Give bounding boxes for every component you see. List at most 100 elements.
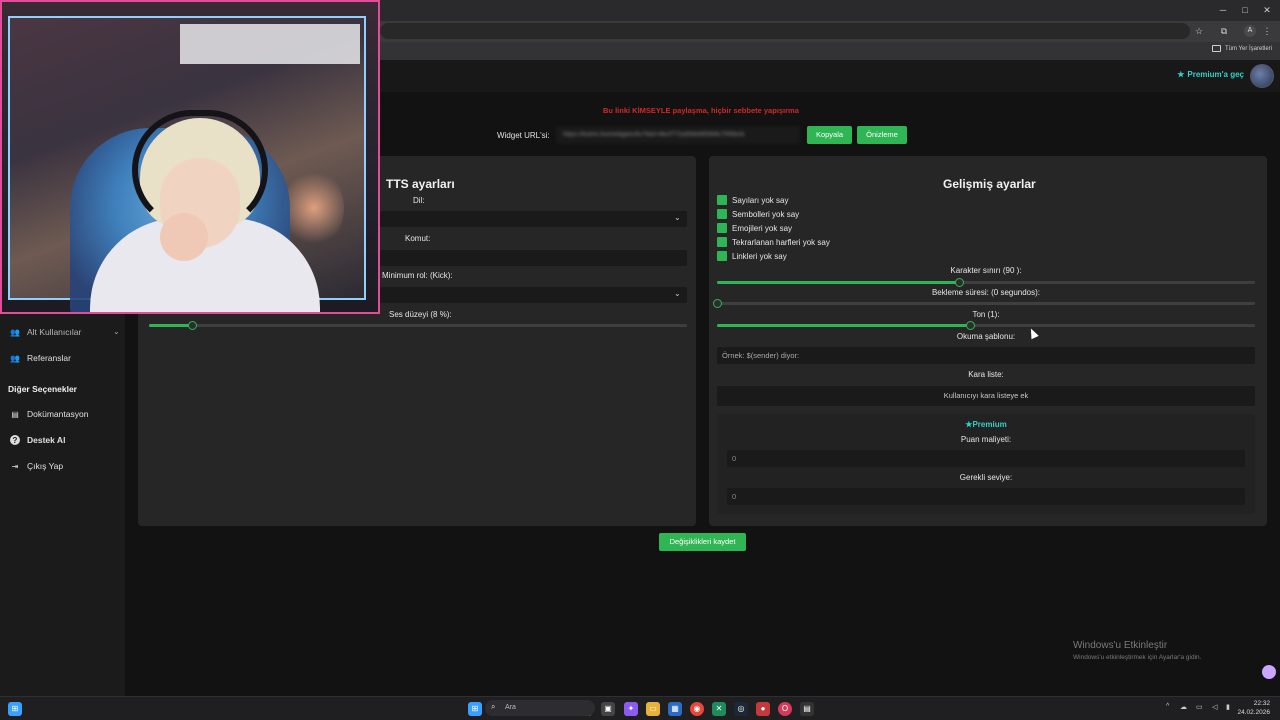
webcam-overlay [0, 0, 380, 314]
tone-slider-fill [717, 324, 970, 327]
volume-slider[interactable] [149, 321, 687, 330]
tts-panel-title: TTS ayarları [386, 177, 455, 191]
checkbox-label: Tekrarlanan harfleri yok say [732, 237, 830, 247]
all-bookmarks-link[interactable]: Tüm Yer İşaretleri [1211, 45, 1272, 52]
add-to-blacklist-button[interactable]: Kullanıcıyı kara listeye ek [717, 386, 1255, 406]
store-icon[interactable]: ▦ [668, 702, 682, 716]
address-bar[interactable] [380, 23, 1190, 39]
cooldown-slider[interactable] [713, 299, 1255, 308]
windows-activation-subtitle: Windows'u etkinleştirmek için Ayarlar'a … [1073, 654, 1202, 661]
min-role-select[interactable] [380, 287, 687, 303]
volume-icon[interactable]: ◁ [1212, 703, 1217, 711]
tone-slider[interactable] [717, 321, 1255, 330]
checkbox-label: Emojileri yok say [732, 223, 793, 233]
checkbox-ignore-links[interactable]: Linkleri yok say [717, 251, 787, 261]
tone-slider-thumb[interactable] [965, 321, 975, 330]
checkbox-checked-icon [717, 223, 727, 233]
chevron-down-icon: ⌄ [674, 289, 681, 298]
checkbox-ignore-symbols[interactable]: Sembolleri yok say [717, 209, 799, 219]
referrals-icon: 👥 [10, 353, 20, 363]
chevron-down-icon[interactable]: ⌄ [113, 327, 120, 336]
sidebar-item-label: Dokümantasyon [27, 409, 89, 419]
preview-button[interactable]: Önizleme [857, 126, 907, 144]
copilot-icon[interactable]: ✦ [624, 702, 638, 716]
sidebar-item-label: Alt Kullanıcılar [27, 327, 82, 337]
help-icon: ? [10, 435, 20, 445]
profile-avatar[interactable]: A [1244, 25, 1256, 37]
taskbar-search[interactable]: Ara [485, 700, 595, 716]
browser-menu-icon[interactable]: ⋮ [1262, 24, 1272, 38]
checkbox-checked-icon [717, 251, 727, 261]
start-icon[interactable]: ⊞ [8, 702, 22, 716]
chrome-icon[interactable]: ◉ [690, 702, 704, 716]
cooldown-slider-thumb[interactable] [713, 299, 722, 308]
checkbox-ignore-numbers[interactable]: Sayıları yok say [717, 195, 788, 205]
xbox-icon[interactable]: ✕ [712, 702, 726, 716]
user-avatar[interactable] [1250, 64, 1274, 88]
taskbar-clock[interactable]: 22:32 24.02.2026 [1237, 699, 1270, 717]
checkbox-ignore-repeated-letters[interactable]: Tekrarlanan harfleri yok say [717, 237, 830, 247]
floating-assistant-icon[interactable] [1262, 665, 1276, 679]
webcam-poster [180, 24, 360, 64]
premium-upgrade-link[interactable]: ★ Premium'a geç [1177, 70, 1244, 79]
sidebar-section-heading: Diğer Seçenekler [8, 384, 77, 394]
save-changes-button[interactable]: Değişiklikleri kaydet [659, 533, 746, 551]
webcam-light [284, 168, 344, 248]
sidebar-item-label: Çıkış Yap [27, 461, 64, 471]
app-icon[interactable]: ● [756, 702, 770, 716]
clock-time: 22:32 [1253, 700, 1270, 707]
blacklist-label: Kara liste: [968, 370, 1004, 379]
points-cost-label: Puan maliyeti: [960, 435, 1012, 444]
folder-icon [1211, 45, 1221, 52]
minimize-button[interactable]: ─ [1216, 4, 1230, 16]
premium-section-title: ★Premium [717, 420, 1255, 429]
app-window-icon[interactable]: ▤ [800, 702, 814, 716]
cooldown-label: Bekleme süresi: (0 segundos): [931, 288, 1041, 297]
char-limit-slider[interactable] [717, 278, 1255, 287]
copy-button[interactable]: Kopyala [807, 126, 852, 144]
cloud-icon[interactable]: ☁ [1180, 703, 1187, 711]
star-icon: ★ [1177, 70, 1185, 79]
maximize-button[interactable]: □ [1238, 4, 1252, 16]
advanced-panel-title: Gelişmiş ayarlar [943, 177, 1036, 191]
steam-icon[interactable]: ◎ [734, 702, 748, 716]
clock-date: 24.02.2026 [1237, 709, 1270, 716]
opera-icon[interactable]: O [778, 702, 792, 716]
command-label: Komut: [405, 234, 431, 243]
logout-icon: ⇥ [11, 461, 19, 471]
checkbox-ignore-emojis[interactable]: Emojileri yok say [717, 223, 792, 233]
language-select[interactable] [380, 211, 687, 227]
widget-warning: Bu linki KİMSEYLE paylaşma, hiçbir sebbe… [603, 106, 799, 115]
sidebar-item-sub-users[interactable]: 👥 Alt Kullanıcılar [10, 327, 81, 337]
sidebar-item-logout[interactable]: ⇥ Çıkış Yap [10, 461, 63, 471]
task-view-icon[interactable]: ▣ [601, 702, 615, 716]
network-icon[interactable]: ▭ [1196, 703, 1203, 711]
command-input[interactable] [380, 250, 687, 266]
required-level-label: Gerekli seviye: [959, 473, 1013, 482]
points-cost-input[interactable]: 0 [727, 450, 1245, 467]
all-bookmarks-label: Tüm Yer İşaretleri [1224, 45, 1272, 52]
sidebar-item-referrals[interactable]: 👥 Referanslar [10, 353, 71, 363]
checkbox-checked-icon [717, 209, 727, 219]
checkbox-label: Linkleri yok say [732, 251, 787, 261]
extensions-icon[interactable]: ⧉ [1217, 24, 1231, 38]
sidebar-item-documentation[interactable]: ▤ Dokümantasyon [10, 409, 88, 419]
file-explorer-icon[interactable]: ▭ [646, 702, 660, 716]
language-label: Dil: [413, 196, 425, 205]
char-limit-slider-fill [717, 281, 960, 284]
sidebar-item-support[interactable]: ? Destek Al [10, 435, 65, 445]
sidebar-item-label: Destek Al [27, 435, 66, 445]
close-window-button[interactable]: ✕ [1260, 4, 1274, 16]
checkbox-checked-icon [717, 237, 727, 247]
windows-start-icon[interactable]: ⊞ [468, 702, 482, 716]
volume-slider-thumb[interactable] [188, 321, 198, 330]
required-level-input[interactable]: 0 [727, 488, 1245, 505]
checkbox-label: Sayıları yok say [732, 195, 789, 205]
char-limit-label: Karakter sınırı (90 ): [950, 266, 1022, 275]
battery-icon[interactable]: ▮ [1226, 703, 1230, 711]
tray-chevron-icon[interactable]: ^ [1166, 703, 1169, 710]
bookmark-star-icon[interactable]: ☆ [1192, 24, 1206, 38]
reading-template-label: Okuma şablonu: [956, 332, 1016, 341]
reading-template-input[interactable]: Örnek: $(sender) diyor: [717, 347, 1255, 364]
widget-url-field[interactable]: https://botrix.live/widgets/tts?bid=4bcf… [556, 126, 800, 144]
